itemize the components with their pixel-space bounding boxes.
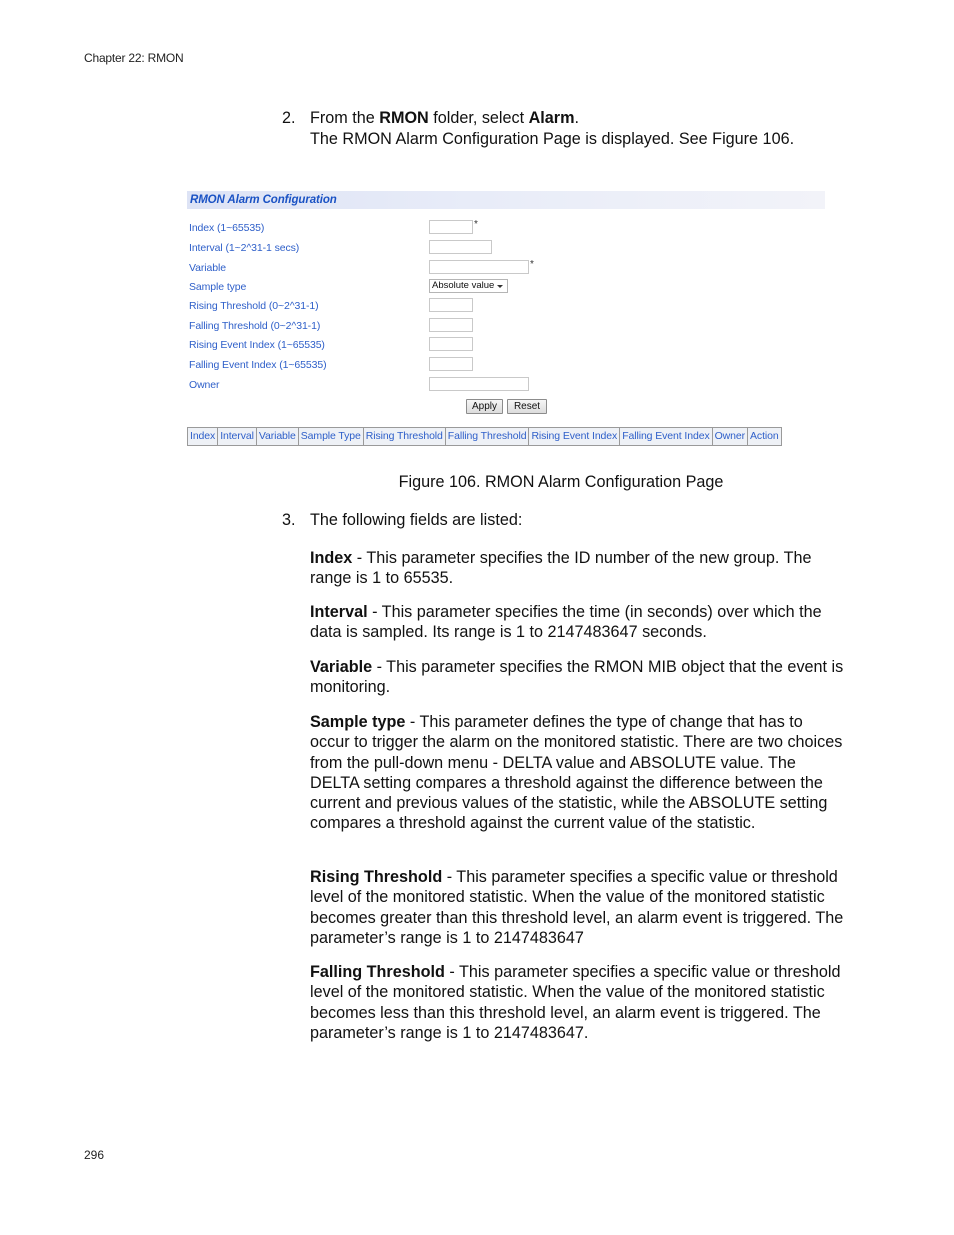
form-row-rising-threshold: Rising Threshold (0~2^31-1) <box>187 297 587 315</box>
falling-event-index-input[interactable] <box>429 357 473 371</box>
form-row-index: Index (1~65535) * <box>187 219 587 237</box>
field-description-falling-threshold: Falling Threshold - This parameter speci… <box>310 962 845 1043</box>
rising-threshold-input[interactable] <box>429 298 473 312</box>
field-description-text: - This parameter specifies the time (in … <box>310 603 822 642</box>
alarm-list-table: Index Interval Variable Sample Type Risi… <box>186 427 782 446</box>
form-row-owner: Owner <box>187 376 587 394</box>
index-input[interactable] <box>429 220 473 234</box>
menu-folder-name: RMON <box>379 109 429 127</box>
column-header-index[interactable]: Index <box>186 427 219 446</box>
column-header-variable[interactable]: Variable <box>255 427 299 446</box>
form-row-rising-event-index: Rising Event Index (1~65535) <box>187 336 587 354</box>
field-description-variable: Variable - This parameter specifies the … <box>310 657 845 698</box>
column-header-action[interactable]: Action <box>747 427 782 446</box>
field-term: Variable <box>310 658 373 676</box>
interval-input[interactable] <box>429 240 492 254</box>
column-header-owner[interactable]: Owner <box>711 427 749 446</box>
text: . <box>574 109 580 127</box>
required-marker: * <box>530 259 534 270</box>
text: folder, select <box>428 109 529 127</box>
step-2-line-1: From the RMON folder, select Alarm. <box>310 108 852 129</box>
running-header: Chapter 22: RMON <box>84 51 184 65</box>
field-term: Falling Threshold <box>310 963 445 981</box>
falling-event-index-label: Falling Event Index (1~65535) <box>189 359 327 371</box>
index-label: Index (1~65535) <box>189 222 265 234</box>
interval-label: Interval (1~2^31-1 secs) <box>189 242 300 254</box>
field-description-interval: Interval - This parameter specifies the … <box>310 602 845 643</box>
step-3-text: The following fields are listed: <box>310 511 523 529</box>
step-2: 2. From the RMON folder, select Alarm. T… <box>282 108 852 149</box>
field-description-text: - This parameter specifies the ID number… <box>310 549 812 588</box>
form-row-falling-threshold: Falling Threshold (0~2^31-1) <box>187 317 587 335</box>
page-number: 296 <box>84 1148 105 1162</box>
variable-input[interactable] <box>429 260 529 274</box>
falling-threshold-label: Falling Threshold (0~2^31-1) <box>189 320 321 332</box>
field-term: Index <box>310 549 353 567</box>
field-term: Interval <box>310 603 368 621</box>
column-header-rising-event-index[interactable]: Rising Event Index <box>528 427 621 446</box>
form-row-variable: Variable * <box>187 259 587 277</box>
figure-caption: Figure 106. RMON Alarm Configuration Pag… <box>398 473 724 491</box>
rmon-alarm-configuration-screenshot: RMON Alarm Configuration Index (1~65535)… <box>186 190 827 448</box>
field-description-index: Index - This parameter specifies the ID … <box>310 548 845 589</box>
form-row-interval: Interval (1~2^31-1 secs) <box>187 239 587 257</box>
column-header-falling-event-index[interactable]: Falling Event Index <box>619 427 713 446</box>
sample-type-select[interactable]: Absolute value <box>429 279 508 293</box>
rising-event-index-label: Rising Event Index (1~65535) <box>189 339 325 351</box>
sample-type-label: Sample type <box>189 281 247 293</box>
rising-event-index-input[interactable] <box>429 337 473 351</box>
field-description-rising-threshold: Rising Threshold - This parameter specif… <box>310 867 845 948</box>
menu-item-name: Alarm <box>528 109 575 127</box>
column-header-falling-threshold[interactable]: Falling Threshold <box>444 427 530 446</box>
step-number: 2. <box>282 109 296 127</box>
field-term: Sample type <box>310 713 406 731</box>
step-number: 3. <box>282 511 296 529</box>
owner-input[interactable] <box>429 377 529 391</box>
apply-button[interactable]: Apply <box>466 399 503 414</box>
step-content: From the RMON folder, select Alarm. The … <box>310 108 852 149</box>
panel-title: RMON Alarm Configuration <box>187 191 825 209</box>
form-row-falling-event-index: Falling Event Index (1~65535) <box>187 356 587 374</box>
step-2-line-2: The RMON Alarm Configuration Page is dis… <box>310 129 795 148</box>
owner-label: Owner <box>189 379 220 391</box>
step-3: 3. The following fields are listed: <box>282 510 852 531</box>
form-row-sample-type: Sample type Absolute value <box>187 278 587 296</box>
variable-label: Variable <box>189 262 226 274</box>
reset-button[interactable]: Reset <box>507 399 547 414</box>
field-description-sample-type: Sample type - This parameter defines the… <box>310 712 845 834</box>
column-header-interval[interactable]: Interval <box>217 427 257 446</box>
field-description-text: - This parameter specifies the RMON MIB … <box>310 658 844 697</box>
rising-threshold-label: Rising Threshold (0~2^31-1) <box>189 300 319 312</box>
sample-type-selected-value: Absolute value <box>432 280 495 291</box>
falling-threshold-input[interactable] <box>429 318 473 332</box>
text: From the <box>310 109 380 127</box>
field-term: Rising Threshold <box>310 868 443 886</box>
chevron-down-icon <box>497 285 503 288</box>
table-header-row: Index Interval Variable Sample Type Risi… <box>186 427 782 446</box>
column-header-rising-threshold[interactable]: Rising Threshold <box>362 427 446 446</box>
column-header-sample-type[interactable]: Sample Type <box>297 427 364 446</box>
required-marker: * <box>474 219 478 230</box>
